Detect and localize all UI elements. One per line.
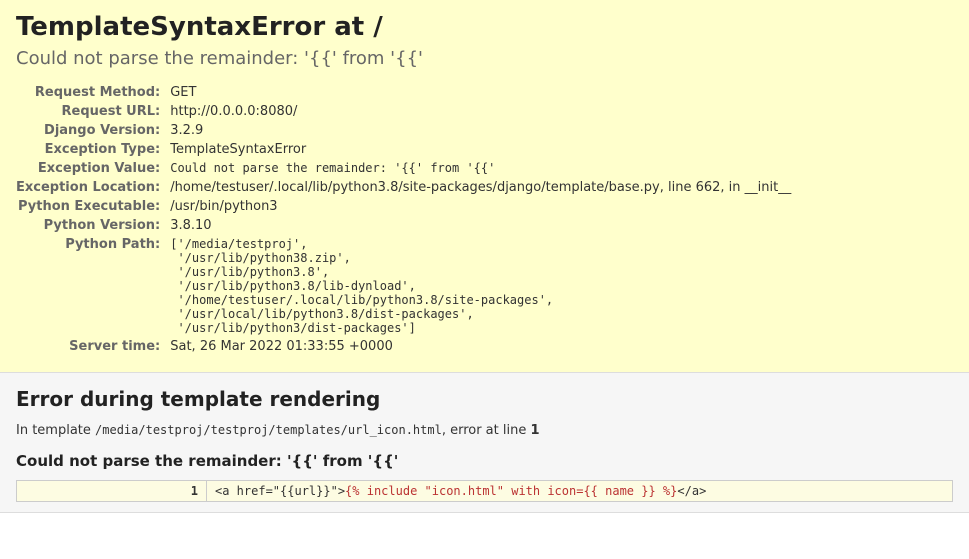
template-error-panel: Error during template rendering In templ… xyxy=(0,373,969,513)
row-python-executable: Python Executable: /usr/bin/python3 xyxy=(16,197,791,216)
row-request-method: Request Method: GET xyxy=(16,83,791,102)
template-heading: Error during template rendering xyxy=(16,387,953,411)
label-django-version: Django Version: xyxy=(16,121,170,140)
row-python-version: Python Version: 3.8.10 xyxy=(16,216,791,235)
source-lineno: 1 xyxy=(17,481,207,502)
label-request-method: Request Method: xyxy=(16,83,170,102)
value-request-method: GET xyxy=(170,83,791,102)
summary-panel: TemplateSyntaxError at / Could not parse… xyxy=(0,0,969,373)
error-title: TemplateSyntaxError at / xyxy=(16,12,953,42)
value-exception-type: TemplateSyntaxError xyxy=(170,140,791,159)
value-request-url: http://0.0.0.0:8080/ xyxy=(170,102,791,121)
row-django-version: Django Version: 3.2.9 xyxy=(16,121,791,140)
row-python-path: Python Path: ['/media/testproj', '/usr/l… xyxy=(16,235,791,337)
label-python-path: Python Path: xyxy=(16,235,170,337)
code-after: </a> xyxy=(677,484,706,498)
intro-mid: , error at line xyxy=(442,423,531,438)
value-server-time: Sat, 26 Mar 2022 01:33:55 +0000 xyxy=(170,337,791,356)
value-python-path: ['/media/testproj', '/usr/lib/python38.z… xyxy=(170,237,791,335)
label-exception-value: Exception Value: xyxy=(16,159,170,178)
code-before: <a href="{{url}}"> xyxy=(215,484,345,498)
value-django-version: 3.2.9 xyxy=(170,121,791,140)
label-python-version: Python Version: xyxy=(16,216,170,235)
error-line: 1 xyxy=(530,423,539,438)
row-exception-type: Exception Type: TemplateSyntaxError xyxy=(16,140,791,159)
meta-table: Request Method: GET Request URL: http://… xyxy=(16,83,791,356)
label-server-time: Server time: xyxy=(16,337,170,356)
value-exception-location: /home/testuser/.local/lib/python3.8/site… xyxy=(170,178,791,197)
error-subtitle: Could not parse the remainder: '{{' from… xyxy=(16,48,953,69)
source-code: <a href="{{url}}">{% include "icon.html"… xyxy=(207,481,953,502)
label-exception-type: Exception Type: xyxy=(16,140,170,159)
source-row: 1 <a href="{{url}}">{% include "icon.htm… xyxy=(17,481,953,502)
label-python-executable: Python Executable: xyxy=(16,197,170,216)
value-exception-value: Could not parse the remainder: '{{' from… xyxy=(170,161,791,175)
code-highlight: {% include "icon.html" with icon={{ name… xyxy=(345,484,677,498)
label-request-url: Request URL: xyxy=(16,102,170,121)
row-exception-value: Exception Value: Could not parse the rem… xyxy=(16,159,791,178)
template-error-title: Could not parse the remainder: '{{' from… xyxy=(16,452,953,470)
value-python-version: 3.8.10 xyxy=(170,216,791,235)
source-table: 1 <a href="{{url}}">{% include "icon.htm… xyxy=(16,480,953,502)
row-exception-location: Exception Location: /home/testuser/.loca… xyxy=(16,178,791,197)
row-request-url: Request URL: http://0.0.0.0:8080/ xyxy=(16,102,791,121)
intro-prefix: In template xyxy=(16,423,95,438)
template-path: /media/testproj/testproj/templates/url_i… xyxy=(95,423,442,437)
row-server-time: Server time: Sat, 26 Mar 2022 01:33:55 +… xyxy=(16,337,791,356)
template-intro: In template /media/testproj/testproj/tem… xyxy=(16,423,953,438)
value-python-executable: /usr/bin/python3 xyxy=(170,197,791,216)
label-exception-location: Exception Location: xyxy=(16,178,170,197)
